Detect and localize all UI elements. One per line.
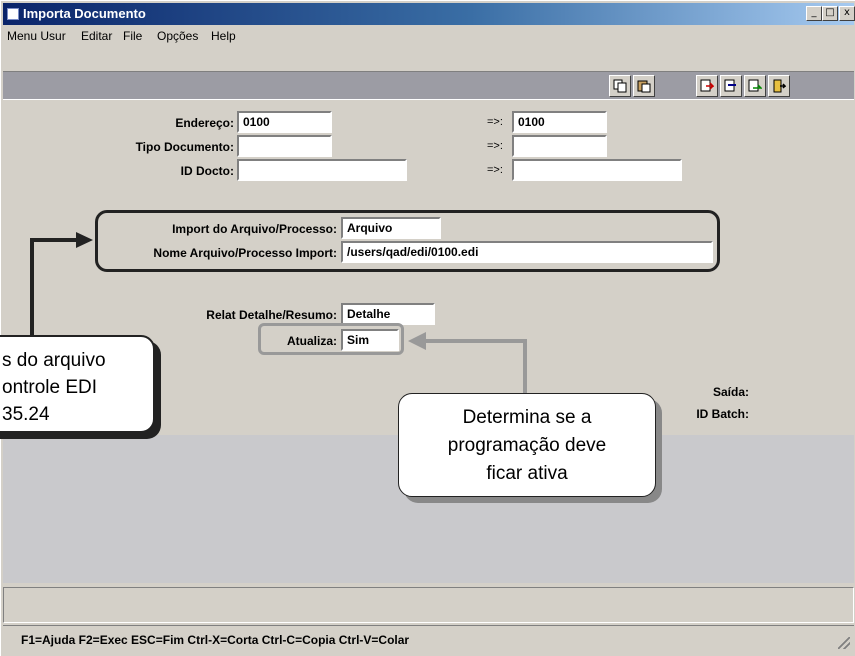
left-callout-line-1: s do arquivo (2, 350, 106, 371)
left-arrowhead (76, 232, 93, 248)
left-callout: s do arquivo ontrole EDI 35.24 (0, 335, 155, 433)
right-arrow-line (425, 339, 527, 395)
annotation-arrows (30, 232, 527, 395)
left-callout-line-2: ontrole EDI (2, 377, 98, 398)
right-callout: Determina se a programação deve ficar at… (398, 393, 656, 497)
right-callout-line-2: programação deve (447, 435, 607, 456)
left-callout-line-3: 35.24 (2, 404, 50, 425)
right-callout-line-3: ficar ativa (486, 463, 568, 484)
left-arrow-line (30, 238, 80, 345)
right-callout-line-1: Determina se a (462, 407, 592, 428)
right-arrowhead (408, 332, 426, 350)
